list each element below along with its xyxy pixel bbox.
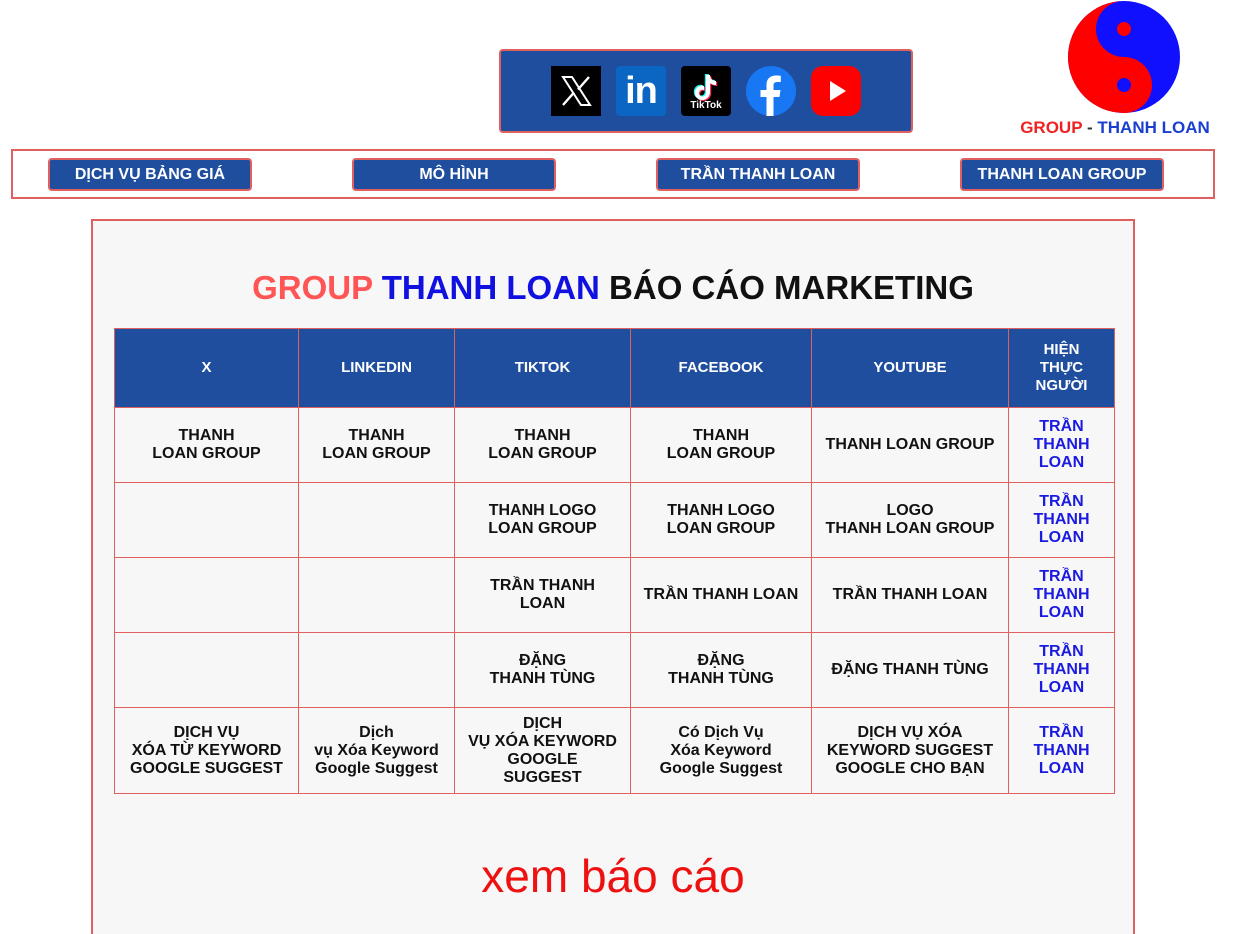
table-cell-name: TRẦN THANH LOAN — [1008, 557, 1115, 633]
table-cell: DỊCH VỤ XÓA KEYWORD SUGGEST GOOGLE CHO B… — [811, 707, 1009, 794]
yin-yang-icon — [1068, 1, 1180, 113]
tiktok-icon-text: TikTok — [690, 99, 722, 111]
brand-logo[interactable]: GROUP - THANH LOAN — [1010, 0, 1220, 140]
table-row: TRẦN THANH LOAN TRẦN THANH LOAN TRẦN THA… — [114, 557, 1115, 633]
main-nav: DỊCH VỤ BẢNG GIÁ MÔ HÌNH TRẦN THANH LOAN… — [11, 149, 1215, 199]
table-row: DỊCH VỤ XÓA TỪ KEYWORD GOOGLE SUGGEST Dị… — [114, 707, 1115, 794]
report-panel: GROUP THANH LOAN BÁO CÁO MARKETING X LIN… — [91, 219, 1135, 934]
table-cell: TRẦN THANH LOAN — [811, 557, 1009, 633]
youtube-icon[interactable] — [811, 66, 861, 116]
table-cell: DỊCH VỤ XÓA KEYWORD GOOGLE SUGGEST — [454, 707, 631, 794]
table-cell — [298, 557, 455, 633]
report-table: X LINKEDIN TIKTOK FACEBOOK YOUTUBE HIỆN … — [114, 328, 1115, 794]
x-icon[interactable] — [551, 66, 601, 116]
linkedin-icon[interactable]: in — [616, 66, 666, 116]
table-header-row: X LINKEDIN TIKTOK FACEBOOK YOUTUBE HIỆN … — [114, 328, 1115, 408]
table-cell: ĐẶNG THANH TÙNG — [454, 632, 631, 708]
table-cell: THANH LOAN GROUP — [811, 407, 1009, 483]
table-cell — [114, 482, 299, 558]
nav-item-tran-thanh-loan[interactable]: TRẦN THANH LOAN — [656, 158, 860, 191]
table-cell: THANH LOAN GROUP — [630, 407, 812, 483]
table-cell-name: TRẦN THANH LOAN — [1008, 707, 1115, 794]
x-logo-shape — [561, 76, 592, 106]
column-header: YOUTUBE — [811, 328, 1009, 408]
report-title-red: GROUP — [252, 269, 373, 306]
table-cell: Có Dịch Vụ Xóa Keyword Google Suggest — [630, 707, 812, 794]
table-cell: THANH LOAN GROUP — [298, 407, 455, 483]
table-cell: THANH LOGO LOAN GROUP — [454, 482, 631, 558]
column-header: LINKEDIN — [298, 328, 455, 408]
tiktok-icon[interactable]: TikTok — [681, 66, 731, 116]
brand-dash-text: - — [1086, 118, 1093, 137]
table-cell — [298, 482, 455, 558]
column-header: TIKTOK — [454, 328, 631, 408]
column-header: HIỆN THỰC NGƯỜI — [1008, 328, 1115, 408]
table-cell — [114, 632, 299, 708]
nav-item-thanh-loan-group[interactable]: THANH LOAN GROUP — [960, 158, 1164, 191]
linkedin-icon-text: in — [625, 69, 658, 112]
table-cell-name: TRẦN THANH LOAN — [1008, 482, 1115, 558]
report-title-blue: THANH LOAN — [381, 269, 600, 306]
view-report-link[interactable]: xem báo cáo — [93, 849, 1133, 903]
facebook-f-shape — [760, 75, 781, 116]
table-cell: Dịch vụ Xóa Keyword Google Suggest — [298, 707, 455, 794]
column-header: X — [114, 328, 299, 408]
youtube-play-shape — [830, 81, 846, 101]
table-cell: TRẦN THANH LOAN — [630, 557, 812, 633]
brand-owner-text: THANH LOAN — [1097, 118, 1210, 137]
table-cell: THANH LOAN GROUP — [114, 407, 299, 483]
nav-item-models[interactable]: MÔ HÌNH — [352, 158, 556, 191]
report-title-black: BÁO CÁO MARKETING — [609, 269, 974, 306]
table-row: THANH LOAN GROUP THANH LOAN GROUP THANH … — [114, 407, 1115, 483]
report-title: GROUP THANH LOAN BÁO CÁO MARKETING — [93, 269, 1133, 307]
column-header: FACEBOOK — [630, 328, 812, 408]
table-cell: ĐẶNG THANH TÙNG — [630, 632, 812, 708]
social-bar: in TikTok — [499, 49, 913, 133]
brand-group-text: GROUP — [1020, 118, 1083, 137]
table-cell-name: TRẦN THANH LOAN — [1008, 632, 1115, 708]
table-cell: THANH LOAN GROUP — [454, 407, 631, 483]
table-cell: DỊCH VỤ XÓA TỪ KEYWORD GOOGLE SUGGEST — [114, 707, 299, 794]
table-cell: LOGO THANH LOAN GROUP — [811, 482, 1009, 558]
brand-name: GROUP - THANH LOAN — [1010, 118, 1220, 138]
facebook-icon[interactable] — [746, 66, 796, 116]
tiktok-note-shape — [693, 73, 718, 101]
nav-item-pricing[interactable]: DỊCH VỤ BẢNG GIÁ — [48, 158, 252, 191]
table-row: ĐẶNG THANH TÙNG ĐẶNG THANH TÙNG ĐẶNG THA… — [114, 632, 1115, 708]
table-cell — [298, 632, 455, 708]
table-cell: THANH LOGO LOAN GROUP — [630, 482, 812, 558]
table-cell — [114, 557, 299, 633]
table-cell: TRẦN THANH LOAN — [454, 557, 631, 633]
table-cell-name: TRẦN THANH LOAN — [1008, 407, 1115, 483]
table-cell: ĐẶNG THANH TÙNG — [811, 632, 1009, 708]
table-row: THANH LOGO LOAN GROUP THANH LOGO LOAN GR… — [114, 482, 1115, 558]
